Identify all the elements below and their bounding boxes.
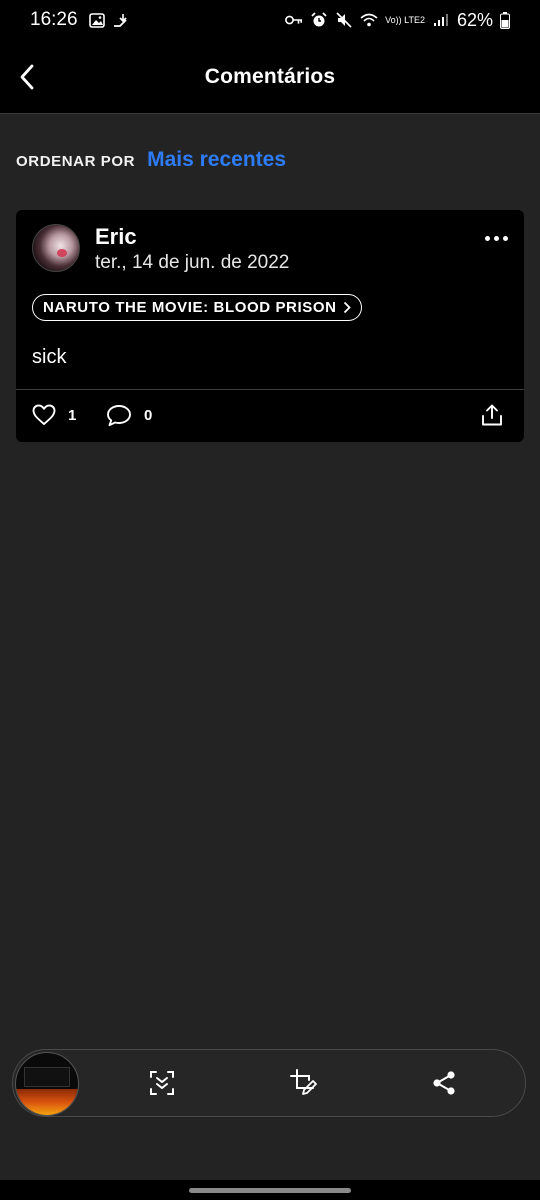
share-upload-icon	[482, 404, 502, 426]
comment-card: Eric ter., 14 de jun. de 2022 NARUTO THE…	[16, 210, 524, 442]
avatar-accent	[57, 249, 67, 257]
scroll-capture-button[interactable]	[146, 1067, 178, 1099]
more-icon-dot	[484, 235, 490, 241]
chevron-left-icon	[20, 64, 34, 90]
title-chip[interactable]: NARUTO THE MOVIE: BLOOD PRISON	[32, 294, 362, 321]
share-icon	[433, 1071, 455, 1095]
title-chip-label: NARUTO THE MOVIE: BLOOD PRISON	[43, 299, 337, 316]
thumbnail-preview-panel	[24, 1067, 70, 1087]
more-icon-dot	[502, 235, 508, 241]
crop-edit-icon	[290, 1069, 317, 1095]
alarm-icon	[310, 12, 328, 28]
comment-date: ter., 14 de jun. de 2022	[95, 252, 290, 273]
key-icon	[285, 12, 303, 28]
comment-text: sick	[32, 346, 67, 368]
back-button[interactable]	[12, 60, 42, 94]
home-indicator[interactable]	[189, 1188, 351, 1193]
share-screenshot-button[interactable]	[428, 1067, 460, 1099]
speech-bubble-icon	[107, 405, 131, 427]
heart-icon	[32, 404, 56, 425]
like-button[interactable]: 1	[32, 404, 76, 426]
comment-author[interactable]: Eric	[95, 224, 137, 250]
more-icon-dot	[493, 235, 499, 241]
battery-icon	[500, 11, 510, 29]
status-bar: 16:26 Vo)) LTE2 62%	[0, 0, 540, 40]
signal-icon	[432, 12, 450, 28]
avatar[interactable]	[32, 224, 80, 272]
sort-row: ORDENAR POR Mais recentes	[16, 148, 286, 172]
chevron-right-icon	[343, 301, 351, 314]
battery-percent: 62%	[456, 9, 493, 30]
mute-icon	[335, 12, 353, 28]
screenshot-toolbar	[12, 1049, 526, 1117]
status-time: 16:26	[30, 9, 78, 30]
gesture-nav-bar	[0, 1180, 540, 1200]
more-options-button[interactable]	[482, 230, 510, 246]
like-count: 1	[68, 406, 77, 424]
share-comment-button[interactable]	[480, 403, 504, 427]
wifi-icon	[360, 12, 378, 28]
status-right-icons: Vo)) LTE2 62%	[285, 10, 510, 31]
thumbnail-preview-image	[16, 1089, 78, 1115]
gallery-icon	[88, 12, 106, 28]
app-header: Comentários	[0, 40, 540, 114]
sort-label: ORDENAR POR	[16, 153, 136, 170]
crop-edit-button[interactable]	[288, 1067, 320, 1099]
screenshot-thumbnail[interactable]	[15, 1052, 79, 1116]
reply-count: 0	[144, 407, 153, 424]
comment-actions: 1 0	[16, 390, 524, 442]
network-type: Vo)) LTE2	[385, 14, 425, 25]
reply-button[interactable]: 0	[106, 404, 152, 427]
data-transfer-icon	[112, 12, 130, 28]
page-title: Comentários	[204, 64, 336, 88]
status-left-icons	[88, 12, 130, 28]
scroll-capture-icon	[150, 1071, 174, 1095]
sort-dropdown[interactable]: Mais recentes	[147, 148, 286, 172]
